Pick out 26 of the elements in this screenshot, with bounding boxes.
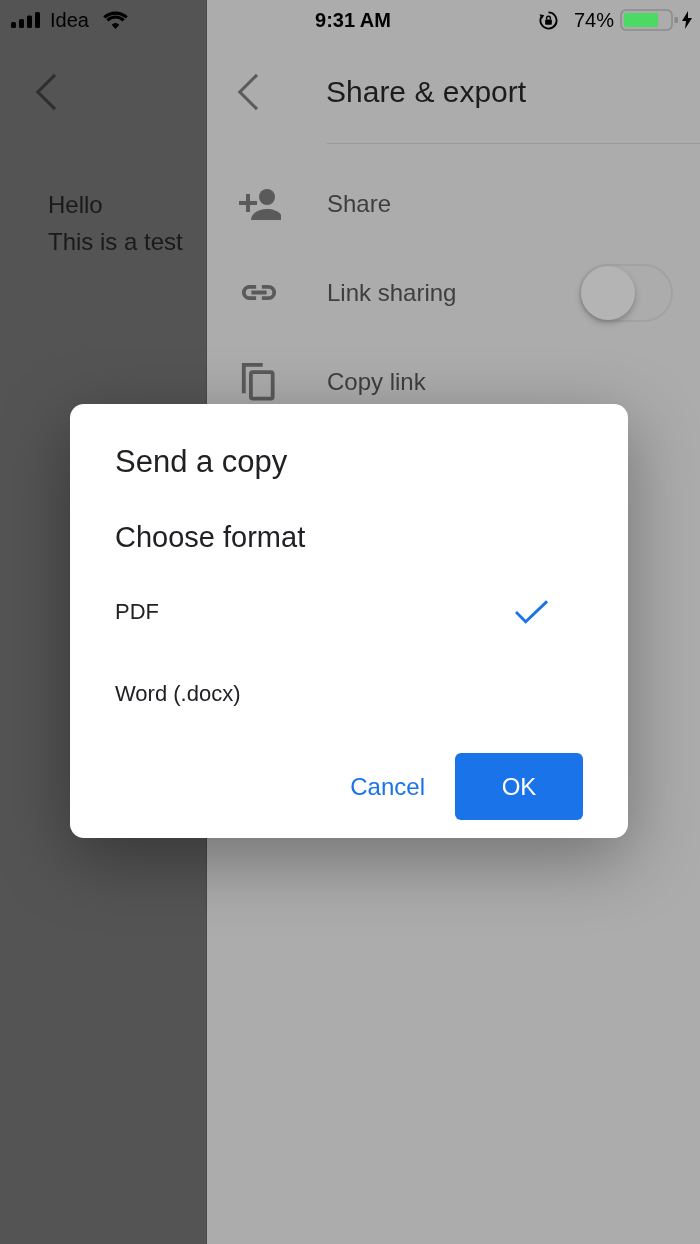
dialog-title: Send a copy bbox=[115, 443, 288, 481]
copy-icon bbox=[240, 362, 276, 401]
add-person-icon bbox=[237, 187, 281, 220]
cancel-button[interactable]: Cancel bbox=[345, 753, 430, 820]
wifi-icon bbox=[102, 11, 128, 29]
status-time: 9:31 AM bbox=[314, 8, 391, 32]
format-option[interactable]: Word (.docx) bbox=[115, 653, 548, 735]
rotation-lock-icon bbox=[538, 10, 558, 30]
toggle-switch[interactable] bbox=[579, 263, 673, 322]
panel-title: Share & export bbox=[326, 73, 527, 110]
battery-percentage: 74% bbox=[573, 8, 614, 32]
dialog-subtitle: Choose format bbox=[115, 520, 306, 555]
signal-icon bbox=[11, 12, 41, 28]
document-text-line: Hello bbox=[48, 190, 103, 220]
back-icon[interactable] bbox=[237, 72, 259, 111]
link-icon bbox=[240, 283, 278, 302]
carrier-name: Idea bbox=[50, 8, 89, 32]
battery-icon bbox=[620, 9, 678, 31]
back-icon[interactable] bbox=[35, 72, 57, 111]
menu-item-label[interactable]: Copy link bbox=[327, 366, 426, 397]
menu-item-label[interactable]: Link sharing bbox=[327, 277, 457, 308]
menu-item-label[interactable]: Share bbox=[327, 188, 392, 219]
ok-button[interactable]: OK bbox=[455, 753, 583, 820]
charging-icon bbox=[682, 11, 692, 29]
document-text-line: This is a test bbox=[48, 227, 183, 257]
format-option[interactable]: PDF bbox=[115, 571, 548, 653]
